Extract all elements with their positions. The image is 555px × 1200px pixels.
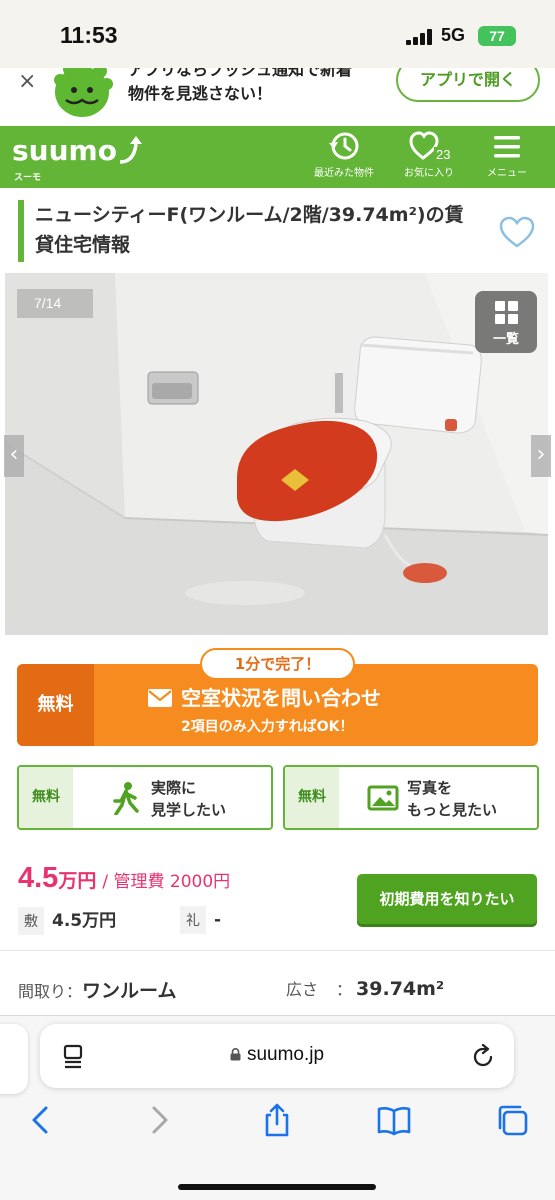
initial-cost-button[interactable]: 初期費用を知りたい [357, 874, 537, 924]
share-icon[interactable] [259, 1102, 295, 1138]
management-fee: / 管理費 2000円 [102, 872, 231, 892]
free-label: 無料 [285, 767, 339, 828]
key-money-value: - [214, 910, 222, 930]
free-label: 無料 [17, 664, 94, 746]
area-spec: 広さ： 39.74m² [286, 978, 445, 1000]
toilet-photo [5, 273, 548, 635]
deposit-value: 4.5万円 [52, 911, 117, 931]
menu-button[interactable]: メニュー [487, 130, 527, 179]
forward-arrow-icon[interactable] [142, 1102, 178, 1138]
bookmarks-icon[interactable] [376, 1102, 412, 1138]
visit-label: 実際に 見学したい [151, 779, 227, 819]
inquiry-main-label: 空室状況を問い合わせ [147, 682, 381, 711]
photo-grid-button[interactable]: 一覧 [475, 291, 537, 353]
lock-icon [230, 1048, 241, 1061]
suumo-mascot-icon [54, 68, 113, 117]
open-app-button[interactable]: アプリで開く [396, 68, 540, 102]
network-label: 5G [441, 25, 466, 45]
status-bar: 11:53 5G 77 [0, 0, 555, 68]
favorites-button[interactable]: 23 お気に入り [404, 130, 454, 179]
inquiry-sub-label: 2項目のみ入力すればOK！ [181, 719, 354, 735]
url-text: suumo.jp [40, 1044, 514, 1066]
reload-icon[interactable] [470, 1044, 496, 1070]
previous-photo-arrow[interactable]: ‹ [4, 435, 24, 477]
photo-icon [367, 785, 399, 811]
layout-spec: 間取り：ワンルーム [18, 980, 177, 1002]
suumo-logo[interactable]: suumo [12, 132, 144, 172]
key-money-row: 礼- [180, 906, 221, 934]
hamburger-menu-icon [494, 136, 520, 158]
signal-icon [406, 29, 432, 45]
favorite-heart-icon[interactable] [498, 215, 536, 249]
key-money-tag: 礼 [180, 906, 206, 934]
history-icon [329, 132, 359, 160]
walking-person-icon [113, 782, 139, 815]
promo-text: アプリならプッシュ通知で新着 物件を見逃さない！ [128, 68, 353, 103]
battery-icon: 77 [478, 26, 516, 46]
deposit-row: 敷 4.5万円 [18, 906, 116, 935]
free-label: 無料 [19, 767, 73, 828]
home-indicator [178, 1184, 376, 1190]
history-button[interactable]: 最近みた物件 [314, 130, 374, 179]
site-header: suumo スーモ 最近みた物件 23 お気に入り メニュー [0, 126, 555, 188]
divider [0, 950, 555, 951]
tabs-icon[interactable] [494, 1102, 530, 1138]
grid-icon [494, 301, 518, 324]
photo-counter: 7/14 [17, 289, 93, 318]
favorites-count-badge: 23 [434, 147, 453, 162]
photo-gallery[interactable]: 7/14 一覧 [5, 273, 548, 635]
price-row: 4.5万円 / 管理費 2000円 [18, 862, 230, 895]
rent-unit: 万円 [58, 870, 97, 892]
browser-toolbar: suumo.jp [0, 1015, 555, 1200]
envelope-icon [148, 689, 172, 707]
page-title: ニューシティーF(ワンルーム/2階/39.74m²)の賃貸住宅情報 [35, 204, 464, 256]
app-promo-banner: × アプリならプッシュ通知で新着 物件を見逃さない！ アプリで開く [0, 68, 555, 126]
deposit-tag: 敷 [18, 907, 44, 935]
more-photos-label: 写真を もっと見たい [407, 779, 498, 819]
visit-request-button[interactable]: 無料 実際に 見学したい [17, 765, 273, 830]
one-minute-badge: 1分で完了！ [200, 648, 355, 680]
svg-text:suumo: suumo [12, 134, 117, 167]
close-icon[interactable]: × [18, 70, 36, 94]
property-title-block: ニューシティーF(ワンルーム/2階/39.74m²)の賃貸住宅情報 [18, 200, 478, 262]
more-photos-button[interactable]: 無料 写真を もっと見たい [283, 765, 539, 830]
back-arrow-icon[interactable] [22, 1102, 58, 1138]
rent-value: 4.5 [18, 862, 59, 894]
status-time: 11:53 [60, 22, 118, 48]
address-bar[interactable]: suumo.jp [40, 1024, 514, 1088]
previous-tab-card[interactable] [0, 1024, 28, 1094]
logo-subtitle: スーモ [14, 173, 42, 183]
next-photo-arrow[interactable]: › [531, 435, 551, 477]
